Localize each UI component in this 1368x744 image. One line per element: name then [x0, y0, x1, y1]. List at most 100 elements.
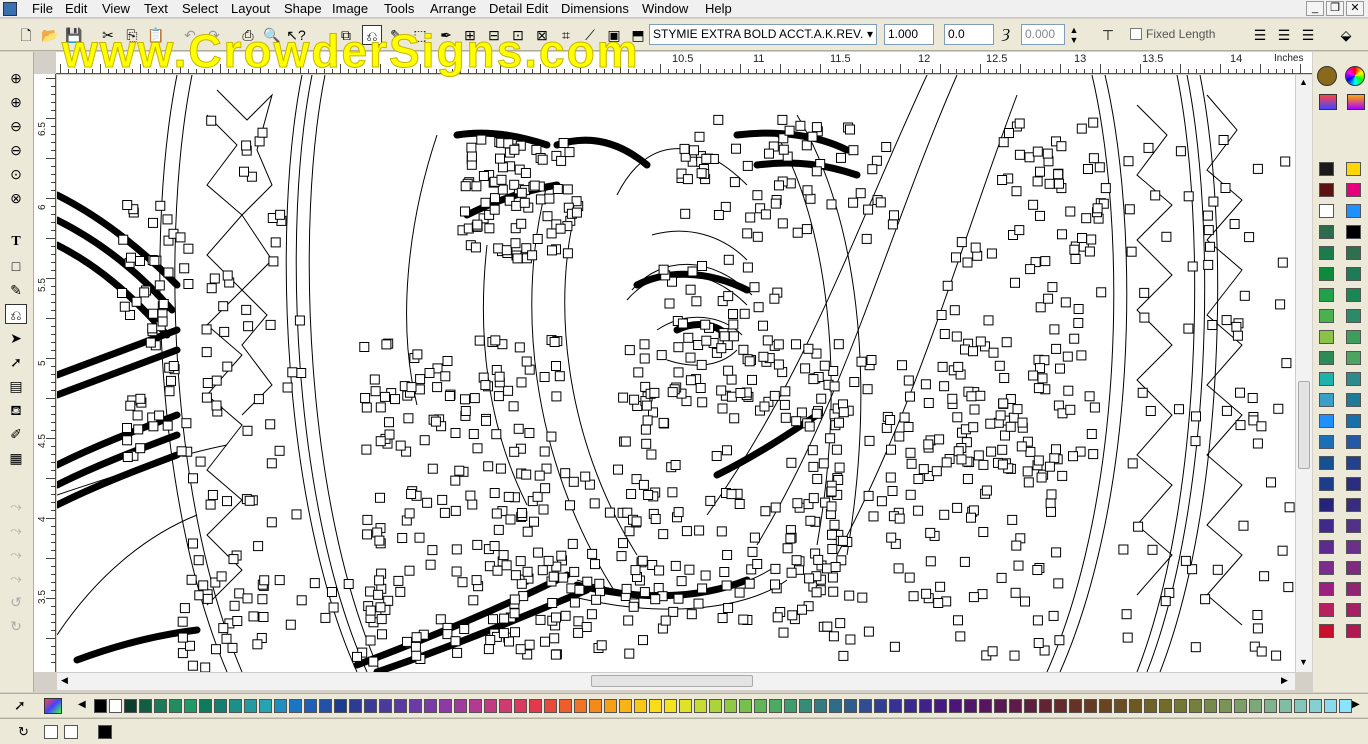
color-swatch[interactable]: [1346, 582, 1361, 596]
node-handle[interactable]: [489, 541, 500, 551]
color-swatch[interactable]: [1279, 699, 1292, 713]
node-handle[interactable]: [580, 471, 591, 482]
node-handle[interactable]: [876, 496, 887, 507]
node-handle[interactable]: [381, 339, 392, 350]
node-handle[interactable]: [493, 524, 504, 535]
node-handle[interactable]: [905, 447, 916, 458]
node-handle[interactable]: [501, 245, 512, 256]
node-handle[interactable]: [573, 616, 584, 627]
color-swatch[interactable]: [154, 699, 167, 713]
vector-artwork[interactable]: [57, 75, 1295, 672]
restore-button[interactable]: ❐: [1326, 1, 1344, 16]
color-swatch[interactable]: [664, 699, 677, 713]
node-handle[interactable]: [188, 473, 198, 484]
node-handle[interactable]: [1100, 183, 1111, 194]
node-handle[interactable]: [1123, 156, 1134, 167]
color-wheel-icon[interactable]: [1345, 66, 1365, 86]
node-handle[interactable]: [488, 614, 498, 625]
node-handle[interactable]: [680, 208, 691, 219]
node-handle[interactable]: [466, 142, 477, 153]
node-handle[interactable]: [155, 200, 166, 211]
node-handle[interactable]: [918, 464, 929, 475]
node-handle[interactable]: [474, 335, 485, 346]
node-handle[interactable]: [956, 454, 967, 465]
color-swatch[interactable]: [799, 699, 812, 713]
node-handle[interactable]: [1020, 596, 1030, 607]
node-handle[interactable]: [863, 626, 874, 637]
color-swatch[interactable]: [1346, 225, 1361, 239]
node-handle[interactable]: [697, 583, 708, 594]
color-swatch[interactable]: [469, 699, 482, 713]
node-handle[interactable]: [551, 361, 561, 371]
node-handle[interactable]: [567, 538, 578, 549]
node-handle[interactable]: [1045, 498, 1056, 509]
node-handle[interactable]: [897, 360, 907, 371]
zoom-out-icon[interactable]: ⊖: [5, 116, 27, 136]
color-swatch[interactable]: [619, 699, 632, 713]
node-handle[interactable]: [828, 631, 839, 642]
color-swatch[interactable]: [889, 699, 902, 713]
node-handle[interactable]: [1055, 363, 1065, 374]
fill-color-indicator[interactable]: [44, 725, 58, 739]
node-handle[interactable]: [999, 373, 1010, 383]
node-handle[interactable]: [641, 400, 652, 411]
node-handle[interactable]: [728, 309, 738, 319]
node-handle[interactable]: [1023, 477, 1034, 488]
node-handle[interactable]: [499, 613, 510, 624]
color-swatch[interactable]: [1346, 162, 1361, 176]
node-handle[interactable]: [986, 248, 997, 259]
color-swatch[interactable]: [1319, 183, 1334, 197]
color-swatch[interactable]: [994, 699, 1007, 713]
color-swatch[interactable]: [139, 699, 152, 713]
new-file-icon[interactable]: 🗋: [16, 25, 36, 45]
node-handle[interactable]: [791, 416, 802, 427]
node-handle[interactable]: [239, 166, 249, 177]
menu-arrange[interactable]: Arrange: [428, 1, 478, 17]
node-handle[interactable]: [1221, 315, 1232, 326]
node-handle[interactable]: [664, 298, 675, 309]
node-handle[interactable]: [721, 580, 732, 591]
color-swatch[interactable]: [274, 699, 287, 713]
node-handle[interactable]: [218, 623, 229, 634]
node-handle[interactable]: [556, 550, 567, 561]
node-handle[interactable]: [787, 610, 798, 621]
node-handle[interactable]: [1053, 169, 1064, 180]
node-handle[interactable]: [633, 367, 644, 378]
node-handle[interactable]: [430, 416, 441, 427]
node-handle[interactable]: [673, 593, 684, 604]
node-handle[interactable]: [988, 347, 999, 358]
node-handle[interactable]: [834, 462, 845, 473]
node-handle[interactable]: [753, 302, 764, 313]
node-handle[interactable]: [1202, 210, 1213, 221]
node-handle[interactable]: [937, 361, 948, 372]
color-swatch[interactable]: [1069, 699, 1082, 713]
node-handle[interactable]: [752, 190, 763, 201]
node-handle[interactable]: [198, 580, 209, 591]
node-handle[interactable]: [512, 253, 523, 264]
node-handle[interactable]: [987, 646, 998, 657]
node-handle[interactable]: [667, 387, 678, 398]
node-handle[interactable]: [825, 433, 836, 444]
node-handle[interactable]: [1275, 299, 1286, 310]
color-swatch[interactable]: [694, 699, 707, 713]
pencil-tool-icon[interactable]: ✎: [5, 280, 27, 300]
node-handle[interactable]: [1147, 544, 1158, 555]
node-handle[interactable]: [966, 391, 977, 402]
node-handle[interactable]: [211, 375, 222, 386]
node-handle[interactable]: [122, 452, 133, 462]
node-handle[interactable]: [547, 245, 557, 256]
node-handle[interactable]: [700, 570, 711, 581]
node-handle[interactable]: [285, 619, 296, 630]
node-handle[interactable]: [551, 612, 561, 623]
color-swatch[interactable]: [1174, 699, 1187, 713]
node-handle[interactable]: [774, 180, 784, 191]
node-handle[interactable]: [516, 187, 527, 198]
node-handle[interactable]: [855, 188, 866, 199]
node-handle[interactable]: [923, 398, 934, 408]
color-swatch[interactable]: [1346, 288, 1361, 302]
node-handle[interactable]: [126, 252, 136, 263]
node-handle[interactable]: [713, 210, 724, 220]
node-handle[interactable]: [1190, 642, 1201, 653]
node-handle[interactable]: [1014, 118, 1025, 129]
node-handle[interactable]: [931, 466, 942, 477]
